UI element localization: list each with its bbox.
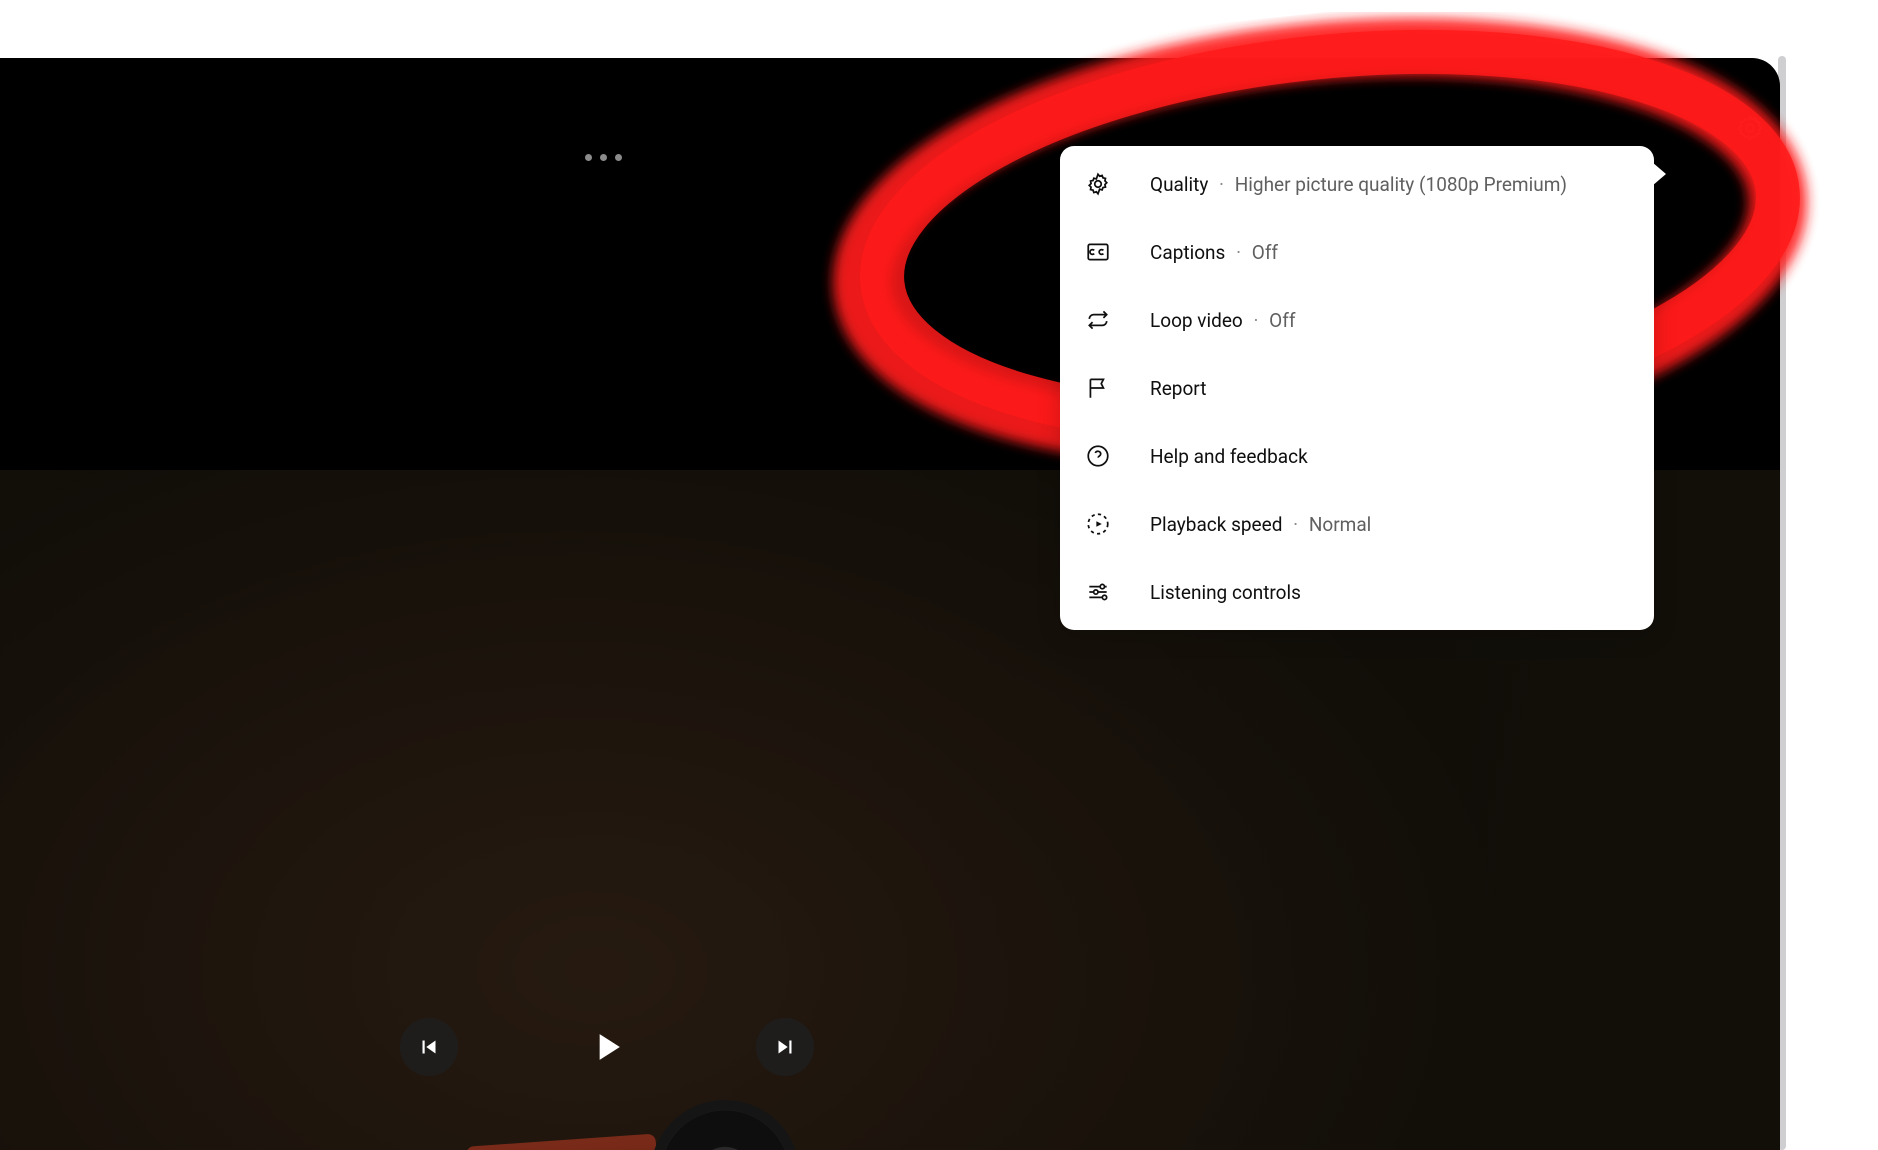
- gear-icon: [1736, 114, 1764, 142]
- menu-item-report[interactable]: Report: [1060, 354, 1654, 422]
- menu-item-separator: ·: [1253, 309, 1258, 332]
- menu-item-label: Quality: [1150, 173, 1208, 196]
- menu-item-separator: ·: [1219, 173, 1224, 196]
- captions-icon: [1084, 238, 1112, 266]
- next-button[interactable]: [756, 1018, 814, 1076]
- play-button[interactable]: [578, 1018, 636, 1076]
- menu-item-separator: ·: [1293, 513, 1298, 536]
- playback-controls: [400, 1018, 814, 1076]
- menu-item-label: Loop video: [1150, 309, 1243, 332]
- menu-item-help[interactable]: Help and feedback: [1060, 422, 1654, 490]
- menu-item-separator: ·: [1236, 241, 1241, 264]
- help-icon: [1084, 442, 1112, 470]
- tune-icon: [1084, 578, 1112, 606]
- previous-button[interactable]: [400, 1018, 458, 1076]
- more-options-button[interactable]: [585, 154, 622, 161]
- menu-item-listening[interactable]: Listening controls: [1060, 558, 1654, 626]
- menu-item-value: Off: [1269, 309, 1295, 332]
- menu-pointer: [1652, 162, 1666, 186]
- menu-item-label: Playback speed: [1150, 513, 1282, 536]
- next-icon: [772, 1034, 798, 1060]
- play-icon: [585, 1025, 629, 1069]
- menu-item-loop[interactable]: Loop video · Off: [1060, 286, 1654, 354]
- flag-icon: [1084, 374, 1112, 402]
- menu-item-captions[interactable]: Captions · Off: [1060, 218, 1654, 286]
- gear-icon: [1084, 170, 1112, 198]
- menu-item-label: Help and feedback: [1150, 445, 1308, 468]
- previous-icon: [416, 1034, 442, 1060]
- menu-item-label: Captions: [1150, 241, 1225, 264]
- menu-item-value: Higher picture quality (1080p Premium): [1235, 173, 1567, 196]
- speed-icon: [1084, 510, 1112, 538]
- menu-item-value: Normal: [1309, 513, 1371, 536]
- settings-button[interactable]: [1730, 108, 1770, 148]
- menu-item-label: Report: [1150, 377, 1206, 400]
- settings-menu: Quality · Higher picture quality (1080p …: [1060, 146, 1654, 630]
- menu-item-quality[interactable]: Quality · Higher picture quality (1080p …: [1060, 150, 1654, 218]
- menu-item-label: Listening controls: [1150, 581, 1301, 604]
- menu-item-value: Off: [1252, 241, 1278, 264]
- menu-item-speed[interactable]: Playback speed · Normal: [1060, 490, 1654, 558]
- loop-icon: [1084, 306, 1112, 334]
